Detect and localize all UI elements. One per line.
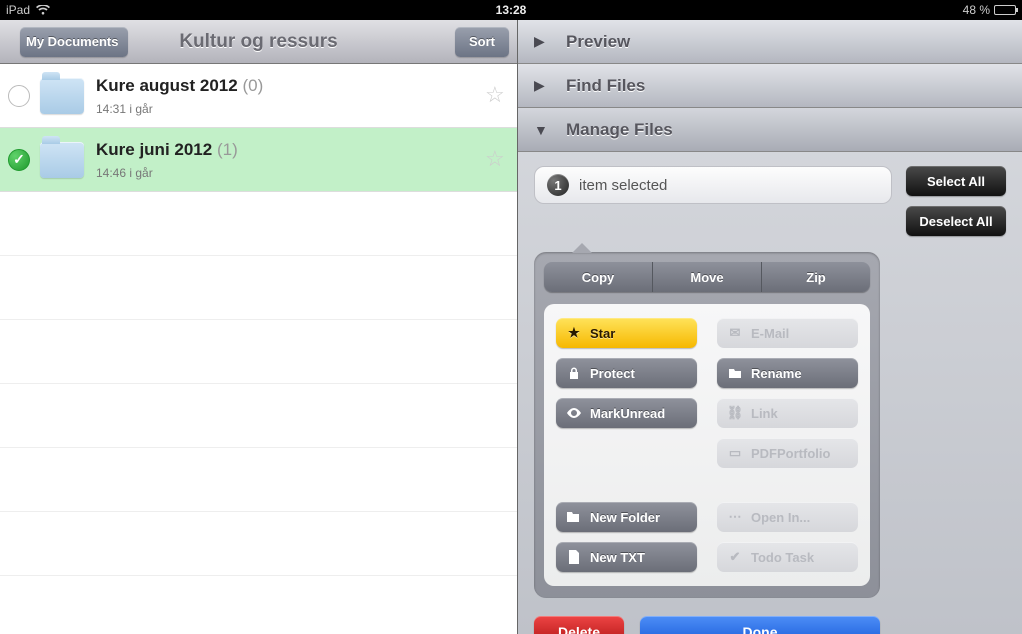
status-bar: iPad 13:28 48 % [0, 0, 1022, 20]
star-icon[interactable]: ☆ [485, 84, 509, 108]
lock-icon [566, 367, 582, 380]
accordion-label: Manage Files [566, 120, 673, 140]
link-icon: ⛓ [727, 405, 743, 421]
back-label: My Documents [26, 34, 118, 49]
label: Rename [751, 366, 802, 381]
bottom-actions: Delete Done [534, 616, 880, 634]
battery-icon [994, 5, 1016, 15]
accordion-manage-files[interactable]: ▼ Manage Files [518, 108, 1022, 152]
open-in-icon: ⋯ [727, 509, 743, 525]
mark-unread-button[interactable]: MarkUnread [556, 398, 697, 428]
label: PDFPortfolio [751, 446, 830, 461]
actions-pane: ▶ Preview ▶ Find Files ▼ Manage Files 1 … [518, 20, 1022, 634]
eye-icon [566, 408, 582, 418]
segment-control: Copy Move Zip [544, 262, 870, 292]
selection-text: item selected [579, 177, 667, 194]
label: Open In... [751, 510, 810, 525]
label: Link [751, 406, 778, 421]
label: New TXT [590, 550, 645, 565]
todo-task-button: ✔ Todo Task [717, 542, 858, 572]
protect-button[interactable]: Protect [556, 358, 697, 388]
accordion-preview[interactable]: ▶ Preview [518, 20, 1022, 64]
sort-button[interactable]: Sort [455, 27, 509, 57]
clock: 13:28 [343, 3, 680, 17]
battery-text: 48 % [963, 3, 990, 17]
actions-grid: ★ Star ✉ E-Mail Protect [544, 304, 870, 586]
copy-button[interactable]: Copy [544, 262, 653, 292]
device-label: iPad [6, 3, 30, 17]
back-button[interactable]: My Documents [20, 27, 128, 57]
list-item[interactable]: Kure juni 2012 (1) 14:46 i går ☆ [0, 128, 517, 192]
file-browser-pane: My Documents Kultur og ressurs Sort Kure… [0, 20, 518, 634]
accordion-label: Find Files [566, 76, 645, 96]
folder-plus-icon [566, 511, 582, 524]
folder-icon [40, 142, 84, 178]
item-count: (1) [217, 140, 238, 159]
selection-indicator: 1 item selected [534, 166, 892, 204]
check-icon: ✔ [727, 549, 743, 565]
open-in-button: ⋯ Open In... [717, 502, 858, 532]
new-txt-button[interactable]: New TXT [556, 542, 697, 572]
star-icon[interactable]: ☆ [485, 148, 509, 172]
chevron-right-icon: ▶ [534, 33, 548, 50]
delete-button[interactable]: Delete [534, 616, 624, 634]
label: Todo Task [751, 550, 814, 565]
star-button[interactable]: ★ Star [556, 318, 697, 348]
nav-header: My Documents Kultur og ressurs Sort [0, 20, 517, 64]
chevron-down-icon: ▼ [534, 122, 548, 138]
label: Star [590, 326, 615, 341]
actions-panel: Copy Move Zip ★ Star ✉ E-Mail [534, 252, 880, 598]
zip-button[interactable]: Zip [762, 262, 870, 292]
item-timestamp: 14:46 i går [96, 166, 485, 180]
select-all-button[interactable]: Select All [906, 166, 1006, 196]
folder-icon [727, 367, 743, 379]
pdf-portfolio-button: ▭ PDFPortfolio [717, 438, 858, 468]
email-button: ✉ E-Mail [717, 318, 858, 348]
file-plus-icon [566, 550, 582, 564]
selection-count-badge: 1 [547, 174, 569, 196]
mail-icon: ✉ [727, 325, 743, 341]
rename-button[interactable]: Rename [717, 358, 858, 388]
empty-area [0, 192, 517, 634]
manage-files-body: 1 item selected Select All Deselect All … [518, 152, 1022, 634]
label: MarkUnread [590, 406, 665, 421]
checkbox[interactable] [8, 85, 30, 107]
item-title: Kure juni 2012 [96, 140, 212, 159]
item-count: (0) [242, 76, 263, 95]
deselect-all-button[interactable]: Deselect All [906, 206, 1006, 236]
done-button[interactable]: Done [640, 616, 880, 634]
accordion-label: Preview [566, 32, 630, 52]
move-button[interactable]: Move [653, 262, 762, 292]
accordion-find-files[interactable]: ▶ Find Files [518, 64, 1022, 108]
checkbox[interactable] [8, 149, 30, 171]
folder-icon [40, 78, 84, 114]
label: New Folder [590, 510, 660, 525]
list-item[interactable]: Kure august 2012 (0) 14:31 i går ☆ [0, 64, 517, 128]
wifi-icon [36, 5, 50, 15]
label: E-Mail [751, 326, 789, 341]
item-title: Kure august 2012 [96, 76, 238, 95]
star-icon: ★ [566, 325, 582, 341]
item-timestamp: 14:31 i går [96, 102, 485, 116]
portfolio-icon: ▭ [727, 445, 743, 461]
link-button: ⛓ Link [717, 398, 858, 428]
label: Protect [590, 366, 635, 381]
file-list[interactable]: Kure august 2012 (0) 14:31 i går ☆ Kure … [0, 64, 517, 634]
chevron-right-icon: ▶ [534, 77, 548, 94]
new-folder-button[interactable]: New Folder [556, 502, 697, 532]
